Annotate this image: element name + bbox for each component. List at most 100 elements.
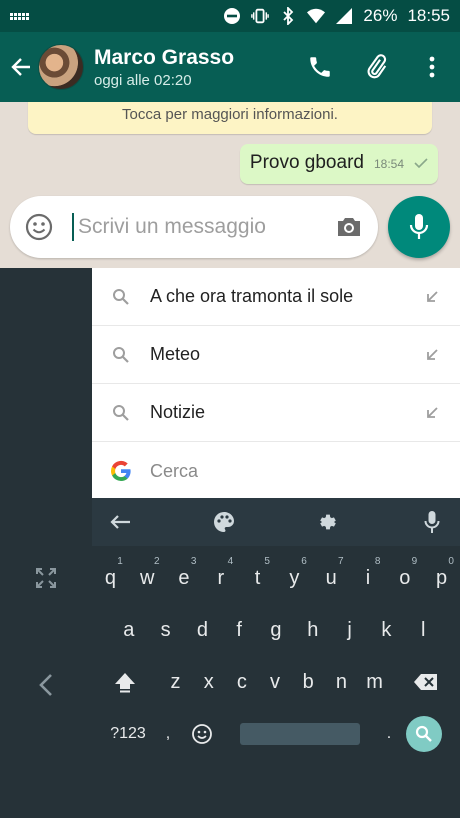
expand-keyboard-button[interactable]	[34, 566, 58, 590]
key-a[interactable]: a	[110, 604, 147, 656]
overflow-menu-button[interactable]	[404, 32, 460, 102]
message-bubble-outgoing[interactable]: Provo gboard 18:54	[239, 144, 438, 184]
key-r[interactable]: r4	[202, 552, 239, 604]
phone-icon	[310, 57, 330, 77]
space-bar[interactable]	[240, 723, 360, 745]
fill-query-button[interactable]	[412, 290, 452, 304]
shift-key[interactable]	[92, 656, 159, 708]
suggestion-item[interactable]: A che ora tramonta il sole	[92, 268, 460, 326]
key-row-4: ?123 , .	[92, 708, 460, 760]
search-action-key[interactable]	[400, 708, 448, 760]
suggestion-label: Meteo	[150, 344, 201, 364]
search-suggestions: A che ora tramonta il sole Meteo Notizie…	[92, 268, 460, 498]
arrow-up-left-icon	[427, 290, 438, 302]
key-f[interactable]: f	[221, 604, 258, 656]
fill-query-button[interactable]	[412, 406, 452, 420]
chevron-left-icon	[39, 674, 52, 696]
key-i[interactable]: i8	[350, 552, 387, 604]
key-c[interactable]: c	[225, 656, 258, 708]
vibrate-icon	[251, 7, 270, 25]
key-b[interactable]: b	[292, 656, 325, 708]
do-not-disturb-icon	[223, 7, 241, 25]
camera-button[interactable]	[334, 212, 364, 242]
theme-button[interactable]	[210, 508, 238, 536]
contact-info[interactable]: Marco Grasso oggi alle 02:20	[94, 46, 234, 89]
call-button[interactable]	[292, 32, 348, 102]
attach-button[interactable]	[348, 32, 404, 102]
key-l[interactable]: l	[405, 604, 442, 656]
key-k[interactable]: k	[368, 604, 405, 656]
key-j[interactable]: j	[331, 604, 368, 656]
message-composer[interactable]: Scrivi un messaggio	[10, 196, 378, 258]
message-input[interactable]: Scrivi un messaggio	[72, 213, 334, 241]
clock: 18:55	[407, 6, 450, 25]
key-v[interactable]: v	[258, 656, 291, 708]
suggestion-item[interactable]: Notizie	[92, 384, 460, 442]
smiley-icon	[25, 213, 53, 241]
suggestion-label: A che ora tramonta il sole	[150, 286, 354, 306]
settings-button[interactable]	[314, 508, 342, 536]
symbols-key[interactable]: ?123	[102, 708, 154, 760]
palette-icon	[214, 512, 234, 532]
move-keyboard-left-button[interactable]	[36, 672, 56, 698]
last-seen: oggi alle 02:20	[94, 71, 192, 89]
chat-area: Tocca per maggiori informazioni. Provo g…	[0, 102, 460, 268]
search-icon	[415, 725, 432, 742]
message-text: Provo gboard	[249, 152, 364, 173]
key-y[interactable]: y6	[276, 552, 313, 604]
encryption-notice[interactable]: Tocca per maggiori informazioni.	[28, 102, 432, 134]
keyboard-keys: q1 w2 e3 r4 t5 y6 u7 i8 o9 p0 a s d f g …	[92, 546, 460, 762]
key-z[interactable]: z	[159, 656, 192, 708]
toolbar-back-button[interactable]	[106, 508, 134, 536]
avatar[interactable]	[38, 44, 84, 90]
voice-message-button[interactable]	[388, 196, 450, 258]
arrow-left-icon	[110, 515, 130, 529]
battery-level: 26%	[363, 6, 398, 25]
key-n[interactable]: n	[325, 656, 358, 708]
paperclip-icon	[367, 54, 387, 79]
backspace-key[interactable]	[391, 656, 460, 708]
emoji-button[interactable]	[24, 212, 54, 242]
search-icon	[110, 286, 132, 308]
key-w[interactable]: w2	[129, 552, 166, 604]
search-icon	[110, 402, 132, 424]
notice-text: Tocca per maggiori informazioni.	[122, 106, 338, 123]
key-d[interactable]: d	[184, 604, 221, 656]
fill-query-button[interactable]	[412, 348, 452, 362]
key-q[interactable]: q1	[92, 552, 129, 604]
bluetooth-icon	[279, 7, 297, 25]
suggestion-item[interactable]: Meteo	[92, 326, 460, 384]
google-g-icon	[110, 460, 132, 482]
key-x[interactable]: x	[192, 656, 225, 708]
key-t[interactable]: t5	[239, 552, 276, 604]
search-prompt: Cerca	[150, 460, 199, 481]
key-u[interactable]: u7	[313, 552, 350, 604]
check-icon	[414, 158, 428, 168]
wifi-icon	[307, 7, 326, 25]
key-e[interactable]: e3	[166, 552, 203, 604]
gboard-keyboard: q1 w2 e3 r4 t5 y6 u7 i8 o9 p0 a s d f g …	[92, 498, 460, 762]
key-o[interactable]: o9	[386, 552, 423, 604]
microphone-icon	[424, 511, 440, 533]
emoji-key[interactable]	[182, 708, 222, 760]
key-s[interactable]: s	[147, 604, 184, 656]
google-search-row[interactable]: Cerca	[92, 442, 460, 500]
keyboard-toolbar	[92, 498, 460, 546]
back-button[interactable]	[4, 32, 38, 102]
signal-icon	[335, 7, 353, 25]
key-m[interactable]: m	[358, 656, 391, 708]
backspace-icon	[413, 674, 437, 690]
period-key[interactable]: .	[378, 708, 400, 760]
voice-input-button[interactable]	[418, 508, 446, 536]
key-h[interactable]: h	[294, 604, 331, 656]
chat-header: Marco Grasso oggi alle 02:20	[0, 32, 460, 102]
key-p[interactable]: p0	[423, 552, 460, 604]
shift-icon	[115, 673, 136, 693]
suggestion-label: Notizie	[150, 402, 206, 422]
arrow-up-left-icon	[427, 348, 438, 360]
key-g[interactable]: g	[258, 604, 295, 656]
comma-key[interactable]: ,	[154, 708, 182, 760]
status-bar: 26% 18:55	[0, 0, 460, 32]
arrow-up-left-icon	[427, 406, 438, 418]
key-row-1: q1 w2 e3 r4 t5 y6 u7 i8 o9 p0	[92, 552, 460, 604]
